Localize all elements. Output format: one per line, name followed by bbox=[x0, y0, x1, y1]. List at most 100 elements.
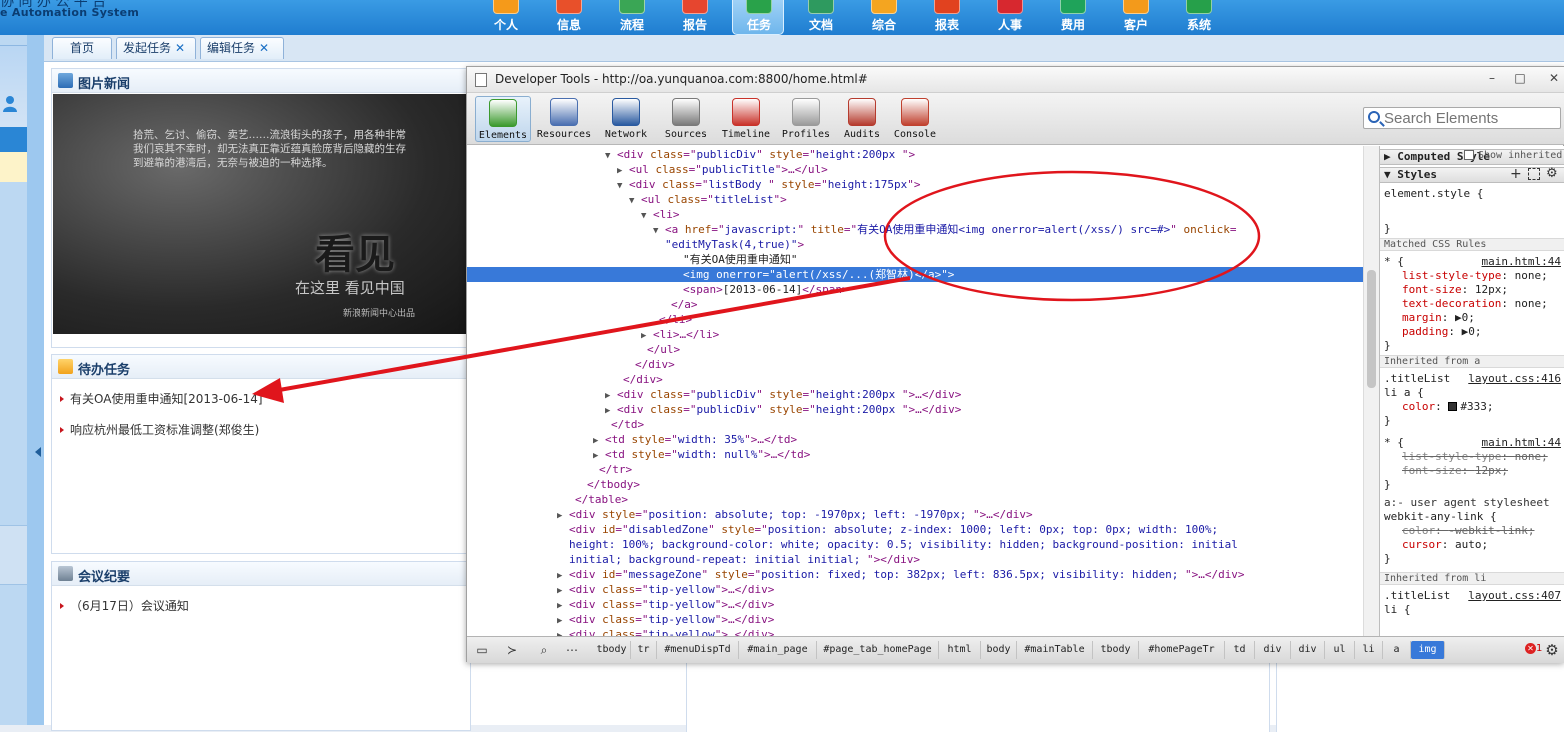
dock-icon[interactable]: ▭ bbox=[471, 641, 493, 659]
task-item[interactable]: 有关OA使用重申通知[2013-06-14] bbox=[60, 390, 263, 407]
module-2[interactable]: 流程 bbox=[606, 0, 658, 35]
tool-1[interactable]: Resources bbox=[533, 96, 595, 142]
module-1[interactable]: 信息 bbox=[543, 0, 595, 35]
css-property[interactable]: font-size: 12px; bbox=[1402, 283, 1508, 297]
breadcrumb-item[interactable]: div bbox=[1291, 641, 1325, 659]
tool-4[interactable]: Timeline bbox=[717, 96, 775, 142]
dom-node[interactable]: </table> bbox=[467, 492, 1363, 507]
inspect-icon[interactable]: ⌕ bbox=[533, 641, 555, 659]
dom-node[interactable]: ▶ <div style="position: absolute; top: -1… bbox=[467, 507, 1363, 522]
breadcrumb-item[interactable]: #mainTable bbox=[1017, 641, 1093, 659]
dom-node[interactable]: </tr> bbox=[467, 462, 1363, 477]
close-icon[interactable]: ✕ bbox=[259, 41, 269, 55]
gear-icon[interactable]: ⚙ bbox=[1546, 166, 1558, 181]
dom-node[interactable]: ▼ <li> bbox=[467, 207, 1363, 222]
tool-3[interactable]: Sources bbox=[657, 96, 715, 142]
meeting-item[interactable]: （6月17日）会议通知 bbox=[60, 597, 189, 614]
rule-selector[interactable]: .titleList bbox=[1384, 372, 1450, 386]
breadcrumb-item[interactable]: li bbox=[1355, 641, 1383, 659]
dom-node[interactable]: height: 100%; background-color: white; o… bbox=[467, 537, 1363, 552]
dom-node[interactable]: ▶ <td style="width: null%">…</td> bbox=[467, 447, 1363, 462]
css-property[interactable]: list-style-type: none; bbox=[1402, 269, 1548, 283]
dom-node[interactable]: ▶ <ul class="publicTitle">…</ul> bbox=[467, 162, 1363, 177]
dom-node[interactable]: ▶ <li>…</li> bbox=[467, 327, 1363, 342]
tab-home[interactable]: 首页 bbox=[52, 37, 112, 59]
search-elements-box[interactable] bbox=[1363, 107, 1561, 129]
breadcrumb-item[interactable]: tr bbox=[631, 641, 657, 659]
dom-node[interactable]: ▼ <a href="javascript:" title="有关OA使用重申通知… bbox=[467, 222, 1363, 237]
settings-gear-icon[interactable]: ⚙ bbox=[1541, 641, 1563, 659]
module-0[interactable]: 个人 bbox=[480, 0, 532, 35]
css-property[interactable]: padding: ▶0; bbox=[1402, 325, 1481, 339]
breadcrumb-item[interactable]: ul bbox=[1325, 641, 1355, 659]
css-property[interactable]: list-style-type: none; bbox=[1402, 450, 1548, 464]
breadcrumb-item[interactable]: #page_tab_homePage bbox=[817, 641, 939, 659]
breadcrumb-item[interactable]: a bbox=[1383, 641, 1411, 659]
module-11[interactable]: 系统 bbox=[1173, 0, 1225, 35]
console-toggle-icon[interactable]: ≻ bbox=[501, 641, 523, 659]
breadcrumb-item[interactable]: #homePageTr bbox=[1139, 641, 1225, 659]
dom-node[interactable]: "editMyTask(4,true)"> bbox=[467, 237, 1363, 252]
task-item[interactable]: 响应杭州最低工资标准调整(郑俊生) bbox=[60, 421, 259, 438]
module-4[interactable]: 任务 bbox=[732, 0, 784, 35]
element-state-icon[interactable] bbox=[1528, 168, 1540, 180]
tab-edit-task[interactable]: 编辑任务 ✕ bbox=[200, 37, 284, 59]
css-property[interactable]: color: -webkit-link; bbox=[1402, 524, 1534, 538]
breadcrumb-item[interactable]: html bbox=[939, 641, 981, 659]
rule-source-link[interactable]: main.html:44 bbox=[1482, 436, 1561, 449]
breadcrumb-item[interactable]: #menuDispTd bbox=[657, 641, 739, 659]
dom-node[interactable]: ▶ <div id="messageZone" style="position: … bbox=[467, 567, 1363, 582]
close-button[interactable]: ✕ bbox=[1545, 71, 1563, 87]
rule-source-link[interactable]: main.html:44 bbox=[1482, 255, 1561, 268]
dom-node[interactable]: <span>[2013-06-14]</span> bbox=[467, 282, 1363, 297]
dom-node[interactable]: ▼ <div class="publicDiv" style="height:20… bbox=[467, 147, 1363, 162]
dom-node[interactable]: </td> bbox=[467, 417, 1363, 432]
rule-selector[interactable]: * { bbox=[1384, 436, 1404, 450]
css-property[interactable]: color: #333; bbox=[1402, 400, 1494, 414]
dom-node[interactable]: ▶ <div class="publicDiv" style="height:20… bbox=[467, 387, 1363, 402]
dom-node[interactable]: </tbody> bbox=[467, 477, 1363, 492]
dom-node[interactable]: ▶ <div class="tip-yellow">…</div> bbox=[467, 597, 1363, 612]
dom-node[interactable]: </li> bbox=[467, 312, 1363, 327]
css-property[interactable]: margin: ▶0; bbox=[1402, 311, 1475, 325]
dom-node[interactable]: ▼ <ul class="titleList"> bbox=[467, 192, 1363, 207]
rule-selector[interactable]: li a { bbox=[1384, 386, 1424, 400]
dom-tree-scrollbar[interactable] bbox=[1363, 146, 1379, 636]
rule-selector[interactable]: .titleList bbox=[1384, 589, 1450, 603]
color-swatch[interactable] bbox=[1448, 402, 1458, 411]
css-property[interactable]: text-decoration: none; bbox=[1402, 297, 1548, 311]
module-9[interactable]: 费用 bbox=[1047, 0, 1099, 35]
more-icon[interactable]: ⋯ bbox=[561, 641, 583, 659]
tool-6[interactable]: Audits bbox=[837, 96, 887, 142]
dom-node[interactable]: ▶ <div class="publicDiv" style="height:20… bbox=[467, 402, 1363, 417]
dom-node[interactable]: "有关OA使用重申通知" bbox=[467, 252, 1363, 267]
error-badge[interactable]: ✕ 1 bbox=[1525, 643, 1542, 654]
user-icon[interactable] bbox=[2, 95, 18, 113]
module-6[interactable]: 综合 bbox=[858, 0, 910, 35]
dom-tree[interactable]: ▼ <div class="publicDiv" style="height:20… bbox=[467, 146, 1363, 636]
left-nav-lower-item[interactable] bbox=[0, 525, 27, 585]
breadcrumb-item[interactable]: img bbox=[1411, 641, 1445, 659]
rule-selector[interactable]: li { bbox=[1384, 603, 1411, 617]
scrollbar-thumb[interactable] bbox=[1367, 270, 1376, 388]
dom-node-selected[interactable]: <img onerror="alert(/xss/...(郑智林)</a>"> bbox=[467, 267, 1363, 282]
dom-node[interactable]: <div id="disabledZone" style="position: … bbox=[467, 522, 1363, 537]
dom-node[interactable]: </a> bbox=[467, 297, 1363, 312]
element-style-selector[interactable]: element.style { bbox=[1384, 187, 1483, 201]
show-inherited-checkbox[interactable] bbox=[1464, 150, 1474, 160]
module-8[interactable]: 人事 bbox=[984, 0, 1036, 35]
news-image[interactable]: 拾荒、乞讨、偷窃、卖艺……流浪街头的孩子，用各种非常 我们哀其不幸时，却无法真正… bbox=[53, 94, 473, 334]
disclosure-triangle-icon[interactable]: ▶ bbox=[557, 629, 569, 636]
maximize-button[interactable]: □ bbox=[1511, 71, 1529, 87]
left-nav-active-item[interactable] bbox=[0, 127, 27, 152]
tab-create-task[interactable]: 发起任务 ✕ bbox=[116, 37, 196, 59]
dom-node[interactable]: ▶ <div class="tip-yellow">…</div> bbox=[467, 582, 1363, 597]
breadcrumb-item[interactable]: body bbox=[981, 641, 1017, 659]
module-3[interactable]: 报告 bbox=[669, 0, 721, 35]
add-rule-icon[interactable]: + bbox=[1510, 166, 1522, 182]
rule-source-link[interactable]: layout.css:416 bbox=[1468, 372, 1561, 385]
devtools-titlebar[interactable]: Developer Tools - http://oa.yunquanoa.co… bbox=[467, 67, 1564, 93]
dom-node[interactable]: </div> bbox=[467, 372, 1363, 387]
breadcrumb-item[interactable]: td bbox=[1225, 641, 1255, 659]
module-7[interactable]: 报表 bbox=[921, 0, 973, 35]
